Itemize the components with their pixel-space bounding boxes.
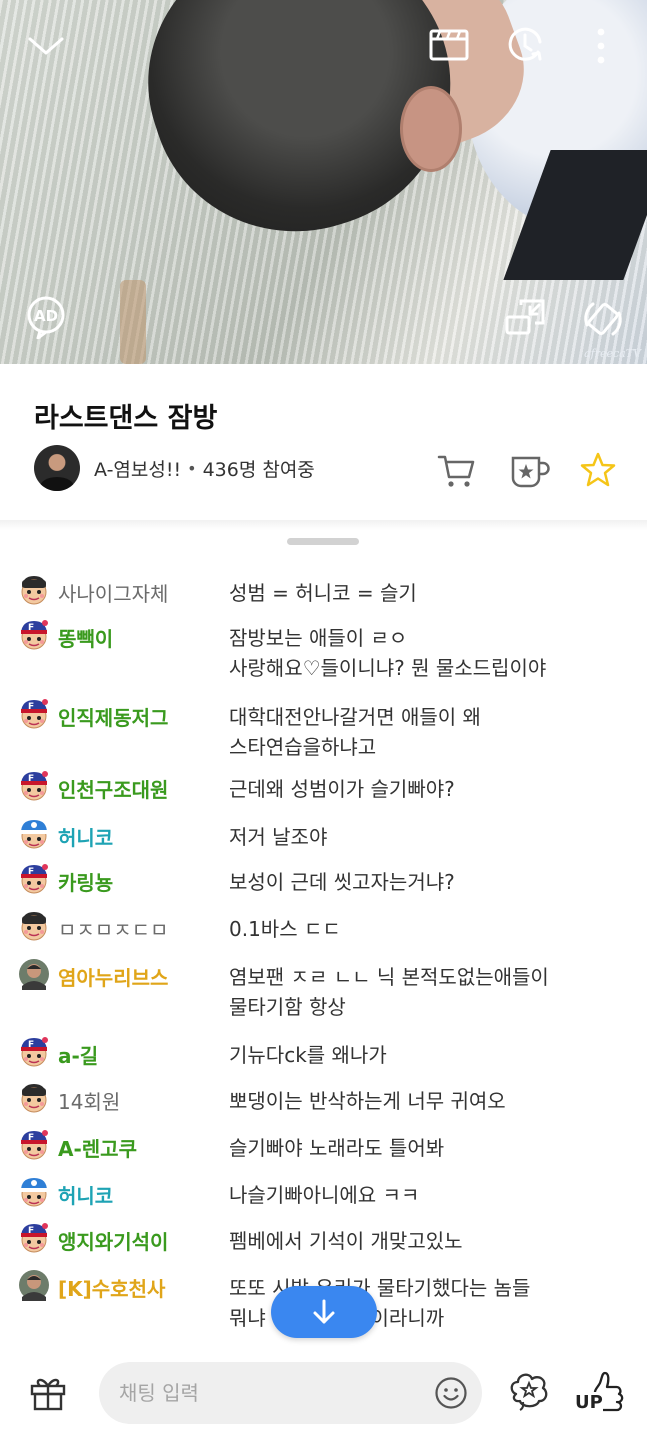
user-avatar-icon[interactable] [18,818,50,850]
broadcast-title: 라스트댄스 잠방 [34,403,218,434]
svg-text:F: F [28,1133,34,1143]
user-avatar-icon[interactable]: F [18,1222,50,1254]
chat-text: 기뉴다ck를 왜나가 [229,1043,387,1067]
star-balloon-icon[interactable] [508,1370,550,1412]
user-avatar-icon[interactable] [18,958,50,990]
user-avatar-icon[interactable] [18,574,50,606]
separator-dot: • [187,458,197,478]
up-label: UP [575,1392,603,1413]
cart-icon[interactable] [436,450,476,490]
chat-nickname[interactable]: A-렌고쿠 [58,1133,137,1162]
bj-name[interactable]: A-염보성!! [94,455,181,482]
chat-text: 0.1바스 ㄷㄷ [229,917,341,941]
chat-nickname[interactable]: a-길 [58,1040,98,1069]
ad-icon[interactable]: AD [24,294,68,340]
user-avatar-icon[interactable]: F [18,698,50,730]
section-divider [0,520,647,530]
drag-handle[interactable] [287,538,359,545]
chat-text: 성범 = 허니코 = 슬기 [229,581,417,605]
more-vertical-icon[interactable] [588,24,614,68]
viewer-count: 436명 참여중 [202,458,315,481]
ad-label: AD [34,307,58,325]
star-icon[interactable] [578,450,618,490]
user-avatar-icon[interactable]: F [18,619,50,651]
user-avatar-icon[interactable]: F [18,1129,50,1161]
chat-text: 뽀댕이는 반삭하는게 너무 귀여오 [229,1089,506,1113]
svg-text:F: F [28,774,34,784]
svg-text:F: F [28,702,34,712]
clapperboard-icon[interactable] [426,24,472,66]
chat-text: 대학대전안나갈거면 애들이 왜 스타연습을하냐고 [229,705,481,759]
user-avatar-icon[interactable] [18,1082,50,1114]
chat-text: 근데왜 성범이가 슬기빠야? [229,777,455,801]
video-tag [120,280,146,364]
chat-nickname[interactable]: 허니코 [58,822,113,851]
user-avatar-icon[interactable]: F [18,1036,50,1068]
chat-nickname[interactable]: 14회원 [58,1086,120,1115]
chat-list[interactable]: 사나이그자체 성범 = 허니코 = 슬기 F 똥빽이 잠방보는 애들이 ㄹㅇ 사랑해요♡… [0,566,647,1346]
svg-text:F: F [28,1040,34,1050]
chat-text: 슬기빠야 노래라도 틀어봐 [229,1136,445,1160]
cup-star-icon[interactable] [508,450,550,490]
chat-nickname[interactable]: 앵지와기석이 [58,1226,168,1255]
video-ear [400,86,462,172]
chat-text: 펨베에서 기석이 개맞고있노 [229,1229,463,1253]
watermark: afreecaTV [584,347,641,360]
chat-text: 보성이 근데 씻고자는거냐? [229,870,455,894]
chat-nickname[interactable]: 카링뇽 [58,867,113,896]
chat-nickname[interactable]: 사나이그자체 [58,578,168,607]
gift-icon[interactable] [28,1372,68,1412]
video-player[interactable]: AD afreecaTV [0,0,647,364]
minimize-icon[interactable] [502,296,548,338]
user-avatar-icon[interactable]: F [18,863,50,895]
broadcast-meta: A-염보성!! • 436명 참여중 [34,444,315,492]
chat-text: 잠방보는 애들이 ㄹㅇ 사랑해요♡들이니냐? 뭔 물소드립이야 [229,626,547,680]
chat-text: 저거 날조야 [229,825,328,849]
chat-nickname[interactable]: ㅁㅈㅁㅈㄷㅁ [58,914,168,943]
chat-nickname[interactable]: 허니코 [58,1180,113,1209]
emoji-icon[interactable] [434,1376,468,1410]
user-avatar-icon[interactable]: F [18,770,50,802]
chevron-down-icon[interactable] [24,26,68,66]
user-avatar-icon[interactable] [18,1269,50,1301]
bj-avatar[interactable] [34,445,80,491]
arrow-down-icon [313,1299,335,1324]
chat-nickname[interactable]: 인직제동저그 [58,702,168,731]
chat-input[interactable] [119,1376,419,1410]
svg-text:F: F [28,867,34,877]
chat-nickname[interactable]: 염아누리브스 [58,962,168,991]
svg-text:F: F [28,1226,34,1236]
chat-text: 나슬기빠아니에요 ㅋㅋ [229,1183,420,1207]
scroll-to-bottom-button[interactable] [271,1286,377,1338]
user-avatar-icon[interactable] [18,1176,50,1208]
chat-text: 염보팬 ㅈㄹ ㄴㄴ 닉 본적도없는애들이 물타기함 항상 [229,965,549,1019]
svg-text:F: F [28,623,34,633]
chat-nickname[interactable]: 똥빽이 [58,623,113,652]
history-icon[interactable] [502,22,548,68]
rotate-icon[interactable] [578,294,628,344]
chat-nickname[interactable]: [K]수호천사 [58,1273,165,1302]
chat-nickname[interactable]: 인천구조대원 [58,774,168,803]
up-icon[interactable]: UP [573,1370,625,1414]
chat-input-box[interactable] [99,1362,482,1424]
user-avatar-icon[interactable] [18,910,50,942]
